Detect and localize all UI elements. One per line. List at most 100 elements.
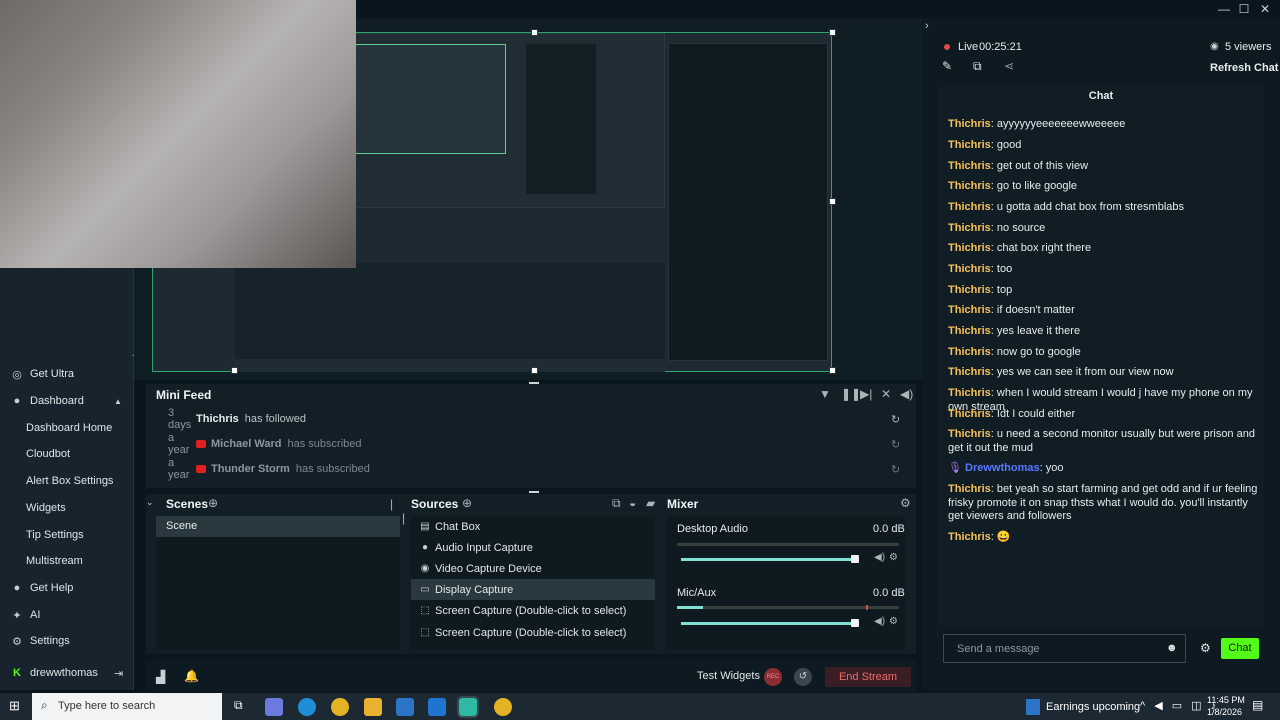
chat-username[interactable]: Thichris [948, 284, 991, 296]
source-item[interactable]: ▤ Chat Box [411, 516, 655, 537]
sidebar-item-account[interactable]: Kdrewwthomas ⇥ [0, 662, 134, 684]
collapse-icon[interactable]: ⌄ [146, 497, 154, 508]
streamlabs-icon[interactable] [457, 696, 479, 718]
replay-icon[interactable]: ↻ [891, 463, 900, 476]
windows-start-icon[interactable]: ⊞ [9, 698, 20, 714]
replay-buffer-icon[interactable]: ↺ [794, 668, 812, 686]
folder-icon[interactable]: ▰ [646, 496, 655, 510]
chat-username[interactable]: Thichris [948, 531, 991, 543]
add-scene-icon[interactable]: ⊕ [208, 496, 218, 510]
mute-icon[interactable]: ◀) [874, 616, 885, 627]
chrome-icon[interactable] [494, 698, 512, 716]
resize-handle[interactable] [829, 367, 836, 374]
sidebar-item-dashboard-home[interactable]: Dashboard Home [0, 417, 134, 439]
filter-icon[interactable]: ▼ [819, 387, 831, 401]
chat-input[interactable]: Send a message ☻ [943, 634, 1186, 663]
replay-icon[interactable]: ↻ [891, 413, 900, 426]
chat-username[interactable]: Thichris [948, 325, 991, 337]
refresh-chat-button[interactable]: Refresh Chat [1210, 62, 1278, 74]
source-item[interactable]: ◉ Video Capture Device [411, 558, 655, 579]
edit-stream-icon[interactable]: ✎ [942, 59, 952, 73]
notifications-center-icon[interactable]: ▤ [1252, 698, 1263, 712]
add-source-icon[interactable]: ⊕ [462, 496, 472, 510]
sidebar-item-dashboard[interactable]: ● Dashboard ▲ [0, 390, 134, 412]
source-item[interactable]: ⬚ Screen Capture (Double-click to select) [411, 600, 655, 621]
resize-handle[interactable] [829, 29, 836, 36]
chat-settings-icon[interactable]: ⚙ [1200, 641, 1211, 655]
sidebar-item-cloudbot[interactable]: Cloudbot [0, 443, 134, 465]
source-item[interactable]: ⬚ Screen Capture (Double-click to select) [411, 622, 655, 643]
chat-username[interactable]: Thichris [948, 366, 991, 378]
emoji-icon[interactable]: ☻ [1166, 642, 1178, 654]
sidebar-item-multistream[interactable]: Multistream [0, 550, 134, 572]
taskbar-search[interactable]: ⌕ Type here to search [32, 693, 222, 720]
chat-username[interactable]: Thichris [948, 180, 991, 192]
resize-handle[interactable] [829, 198, 836, 205]
minimize-button[interactable]: — [1214, 1, 1234, 17]
mute-alerts-icon[interactable]: ✕ [881, 387, 891, 401]
edge-icon[interactable] [298, 698, 316, 716]
source-item-selected[interactable]: ▭ Display Capture [411, 579, 655, 600]
file-explorer-icon[interactable] [364, 698, 382, 716]
rec-button[interactable]: REC [764, 668, 782, 686]
clock-date[interactable]: 1/8/2026 [1207, 707, 1242, 717]
source-settings-icon[interactable]: ⧉ [612, 496, 621, 511]
notifications-icon[interactable]: 🔔 [184, 669, 199, 683]
sidebar-item-widgets[interactable]: Widgets [0, 497, 134, 519]
end-stream-button[interactable]: End Stream [825, 667, 911, 687]
volume-slider-knob[interactable] [851, 619, 860, 627]
chat-username[interactable]: Thichris [948, 408, 991, 420]
sidebar-item-get-help[interactable]: ● Get Help [0, 577, 134, 599]
chevron-right-icon[interactable]: › [925, 20, 929, 32]
sidebar-item-settings[interactable]: ⚙ Settings [0, 630, 134, 652]
news-ticker[interactable]: Earnings upcoming [1046, 701, 1140, 713]
maximize-button[interactable]: ☐ [1234, 1, 1254, 17]
source-item[interactable]: ● Audio Input Capture [411, 537, 655, 558]
chat-username[interactable]: Thichris [948, 387, 991, 399]
chat-send-button[interactable]: Chat [1221, 638, 1259, 659]
chat-username[interactable]: Thichris [948, 201, 991, 213]
copilot-icon[interactable] [265, 698, 283, 716]
mixer-settings-icon[interactable]: ⚙ [900, 496, 911, 510]
task-view-icon[interactable]: ⧉ [234, 698, 243, 713]
replay-icon[interactable]: ↻ [891, 438, 900, 451]
volume-slider-knob[interactable] [851, 555, 860, 563]
scene-item[interactable]: Scene [156, 516, 400, 537]
chat-username[interactable]: Thichris [948, 304, 991, 316]
sidebar-item-get-ultra[interactable]: ◎ Get Ultra [0, 363, 134, 385]
share-stream-icon[interactable]: ⧉ [973, 59, 982, 74]
chat-username[interactable]: Drewwthomas [965, 462, 1040, 474]
chat-username[interactable]: Thichris [948, 346, 991, 358]
close-button[interactable]: ✕ [1255, 1, 1275, 17]
chat-username[interactable]: Thichris [948, 118, 991, 130]
sidebar-item-alert-box-settings[interactable]: Alert Box Settings [0, 470, 134, 492]
sidebar-item-tip-settings[interactable]: Tip Settings [0, 524, 134, 546]
resize-handle[interactable] [531, 367, 538, 374]
resize-handle[interactable] [529, 491, 539, 493]
chrome-icon[interactable] [331, 698, 349, 716]
pause-icon[interactable]: ❚❚ [841, 387, 861, 401]
channel-settings-icon[interactable]: ⚙ [889, 552, 898, 563]
performance-icon[interactable]: ▟ [156, 670, 165, 684]
logout-icon[interactable]: ⇥ [114, 667, 123, 680]
mute-icon[interactable]: ◀) [874, 552, 885, 563]
clock-time[interactable]: 11:45 PM [1207, 695, 1245, 705]
chat-username[interactable]: Thichris [948, 428, 991, 440]
volume-icon[interactable]: ◀) [900, 387, 913, 401]
resize-handle[interactable] [231, 367, 238, 374]
chat-username[interactable]: Thichris [948, 242, 991, 254]
store-icon[interactable] [396, 698, 414, 716]
sidebar-item-ai[interactable]: ✦ AI [0, 604, 134, 626]
chat-username[interactable]: Thichris [948, 483, 991, 495]
chat-username[interactable]: Thichris [948, 160, 991, 172]
share-icon[interactable]: ⋖ [1004, 59, 1014, 73]
lock-icon[interactable]: ◒ [629, 496, 636, 510]
channel-settings-icon[interactable]: ⚙ [889, 616, 898, 627]
test-widgets-button[interactable]: Test Widgets [697, 670, 760, 682]
resize-handle[interactable] [531, 29, 538, 36]
skip-icon[interactable]: ▶| [860, 387, 872, 401]
chat-username[interactable]: Thichris [948, 139, 991, 151]
chat-username[interactable]: Thichris [948, 222, 991, 234]
mail-icon[interactable] [428, 698, 446, 716]
chat-username[interactable]: Thichris [948, 263, 991, 275]
